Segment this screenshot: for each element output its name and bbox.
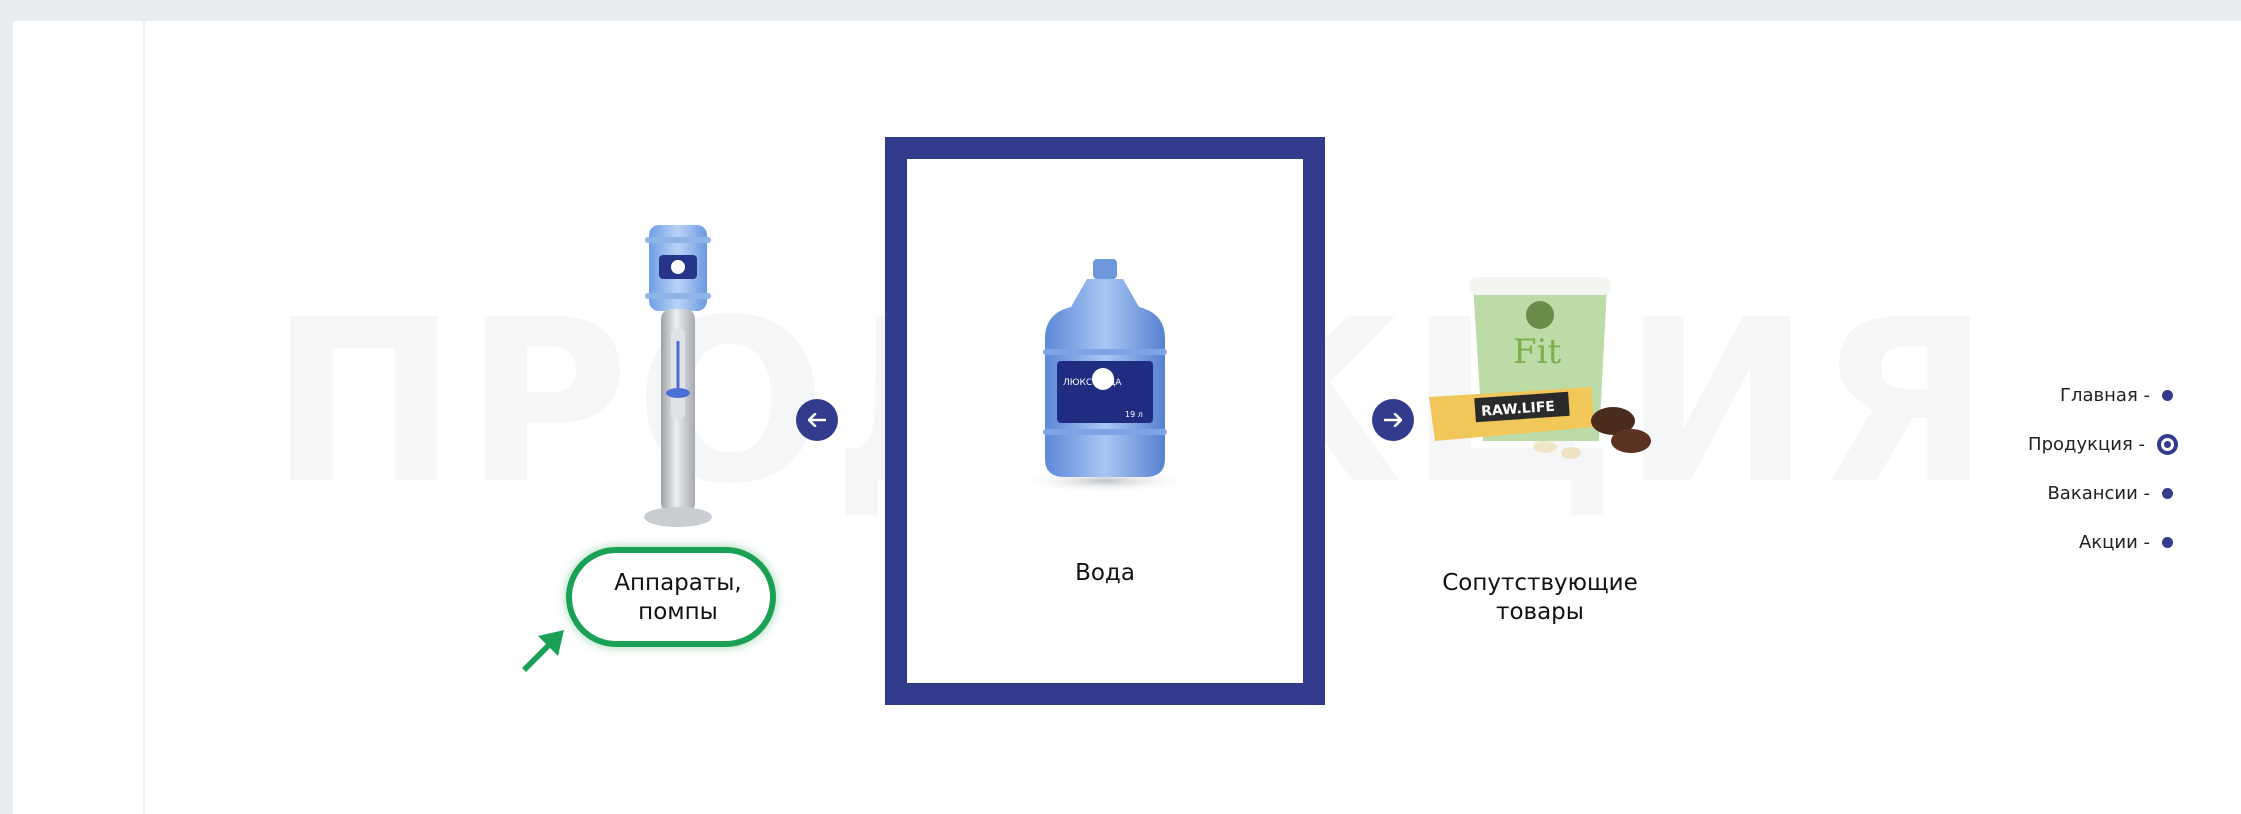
carousel-prev-button[interactable] bbox=[796, 399, 838, 441]
bottle-brand-text: ЛЮКС ВОДА bbox=[1063, 378, 1122, 388]
product-card-accessories[interactable]: Fit RAW.LIFE Сопутствующие товары bbox=[1395, 271, 1685, 651]
highlight-annotation bbox=[566, 547, 776, 647]
nav-item-vacancies[interactable]: Вакансии - bbox=[1948, 469, 2178, 518]
left-divider bbox=[143, 21, 145, 814]
cup-text: Fit bbox=[1513, 332, 1561, 372]
carousel-next-button[interactable] bbox=[1372, 399, 1414, 441]
nav-item-label: Продукция - bbox=[2028, 434, 2145, 455]
product-label-line1: Сопутствующие bbox=[1442, 570, 1638, 596]
page: ПРОДУКЦИЯ Аппараты, помп bbox=[13, 21, 2241, 814]
nav-dot bbox=[2162, 488, 2173, 499]
product-label-line2: товары bbox=[1496, 599, 1584, 625]
product-label-line1: Вода bbox=[1075, 560, 1135, 586]
nav-item-label: Главная - bbox=[2060, 385, 2150, 406]
nav-dot-active bbox=[2157, 434, 2178, 455]
nav-dot bbox=[2162, 537, 2173, 548]
arrow-left-icon bbox=[808, 413, 826, 427]
product-card-water[interactable]: ЛЮКС ВОДА 19 л Вода bbox=[885, 137, 1325, 705]
nav-item-promotions[interactable]: Акции - bbox=[1948, 518, 2178, 567]
water-bottle-image: ЛЮКС ВОДА 19 л bbox=[1017, 259, 1193, 493]
nav-item-label: Акции - bbox=[2078, 532, 2150, 553]
bottle-volume-text: 19 л bbox=[1125, 410, 1143, 419]
nav-item-products[interactable]: Продукция - bbox=[1948, 420, 2178, 469]
snacks-image: Fit RAW.LIFE bbox=[1429, 277, 1651, 459]
nav-item-label: Вакансии - bbox=[2047, 483, 2150, 504]
nav-item-home[interactable]: Главная - bbox=[1948, 371, 2178, 420]
pointer-arrow-icon bbox=[522, 630, 564, 672]
section-nav: Главная - Продукция - Вакансии - Акции - bbox=[1948, 371, 2178, 567]
nav-dot bbox=[2162, 390, 2173, 401]
arrow-right-icon bbox=[1384, 413, 1402, 427]
water-cooler-image bbox=[644, 225, 712, 527]
